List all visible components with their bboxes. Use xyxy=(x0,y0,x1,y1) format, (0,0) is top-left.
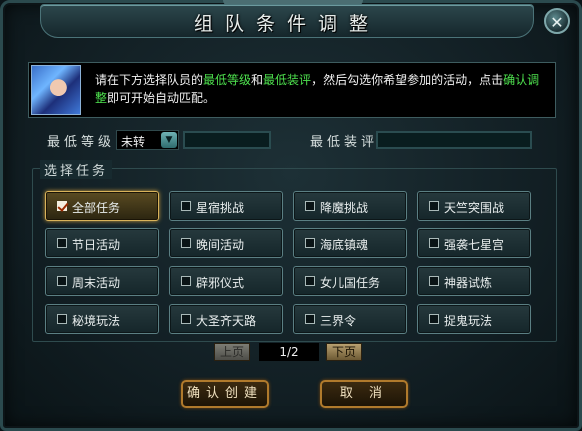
confirm-create-button[interactable]: 确认创建 xyxy=(181,380,269,408)
info-text-2: 和 xyxy=(251,73,264,87)
task-option-label: 辟邪仪式 xyxy=(196,276,245,290)
task-option[interactable]: 海底镇魂 xyxy=(293,228,407,258)
task-option[interactable]: 全部任务 xyxy=(45,191,159,221)
checkbox-icon[interactable] xyxy=(429,201,439,211)
task-option[interactable]: 大圣齐天路 xyxy=(169,304,283,334)
checkbox-icon[interactable] xyxy=(305,238,315,248)
checkbox-icon[interactable] xyxy=(429,314,439,324)
info-highlight-score: 最低装评 xyxy=(263,73,312,87)
min-level-select[interactable]: 未转 ▼ xyxy=(116,130,179,150)
title-bar: 组队条件调整 xyxy=(40,4,534,38)
npc-avatar xyxy=(31,65,81,115)
checkbox-icon[interactable] xyxy=(181,201,191,211)
checkbox-icon[interactable] xyxy=(181,238,191,248)
task-option[interactable]: 天竺突围战 xyxy=(417,191,531,221)
task-option-label: 神器试炼 xyxy=(444,276,493,290)
task-option[interactable]: 辟邪仪式 xyxy=(169,266,283,296)
task-option[interactable]: 周末活动 xyxy=(45,266,159,296)
info-highlight-level: 最低等级 xyxy=(203,73,252,87)
task-option[interactable]: 降魔挑战 xyxy=(293,191,407,221)
min-level-label: 最低等级 xyxy=(47,135,116,150)
min-level-input[interactable] xyxy=(183,131,271,149)
task-option-label: 海底镇魂 xyxy=(320,238,369,252)
info-panel: 请在下方选择队员的最低等级和最低装评，然后勾选你希望参加的活动，点击确认调整即可… xyxy=(28,62,556,118)
checkbox-icon[interactable] xyxy=(57,314,67,324)
task-option[interactable]: 女儿国任务 xyxy=(293,266,407,296)
task-option-label: 大圣齐天路 xyxy=(196,314,257,328)
checkbox-checked-icon[interactable] xyxy=(57,201,67,211)
task-option-label: 节日活动 xyxy=(72,238,121,252)
task-group-title: 选择任务 xyxy=(40,160,113,179)
min-score-label: 最低装评 xyxy=(310,135,379,150)
dialog-title: 组队条件调整 xyxy=(193,13,380,35)
task-option-label: 女儿国任务 xyxy=(320,276,381,290)
task-option[interactable]: 三界令 xyxy=(293,304,407,334)
task-option-label: 全部任务 xyxy=(72,201,121,215)
checkbox-icon[interactable] xyxy=(57,238,67,248)
task-option-label: 秘境玩法 xyxy=(72,314,121,328)
dropdown-arrow-icon[interactable]: ▼ xyxy=(161,132,177,148)
checkbox-icon[interactable] xyxy=(429,276,439,286)
task-option-label: 周末活动 xyxy=(72,276,121,290)
prev-page-button[interactable]: 上页 xyxy=(214,343,250,361)
task-option-label: 星宿挑战 xyxy=(196,201,245,215)
checkbox-icon[interactable] xyxy=(181,314,191,324)
task-option-label: 晚间活动 xyxy=(196,238,245,252)
task-option[interactable]: 强袭七星宫 xyxy=(417,228,531,258)
task-option-label: 天竺突围战 xyxy=(444,201,505,215)
task-option-label: 捉鬼玩法 xyxy=(444,314,493,328)
task-option[interactable]: 神器试炼 xyxy=(417,266,531,296)
close-button[interactable]: ✕ xyxy=(544,8,570,34)
task-option[interactable]: 捉鬼玩法 xyxy=(417,304,531,334)
checkbox-icon[interactable] xyxy=(305,201,315,211)
min-score-input[interactable] xyxy=(376,131,532,149)
page-indicator: 1/2 xyxy=(259,343,319,361)
task-option[interactable]: 星宿挑战 xyxy=(169,191,283,221)
checkbox-icon[interactable] xyxy=(305,314,315,324)
task-option[interactable]: 节日活动 xyxy=(45,228,159,258)
task-option[interactable]: 晚间活动 xyxy=(169,228,283,258)
task-option-label: 强袭七星宫 xyxy=(444,238,505,252)
checkbox-icon[interactable] xyxy=(429,238,439,248)
next-page-button[interactable]: 下页 xyxy=(326,343,362,361)
info-text-1: 请在下方选择队员的 xyxy=(95,73,204,87)
info-text: 请在下方选择队员的最低等级和最低装评，然后勾选你希望参加的活动，点击确认调整即可… xyxy=(95,71,547,107)
task-option[interactable]: 秘境玩法 xyxy=(45,304,159,334)
task-option-label: 三界令 xyxy=(320,314,357,328)
cancel-button[interactable]: 取 消 xyxy=(320,380,408,408)
info-text-3: ，然后勾选你希望参加的活动，点击 xyxy=(311,73,504,87)
info-text-4: 即可开始自动匹配。 xyxy=(107,91,216,105)
task-option-label: 降魔挑战 xyxy=(320,201,369,215)
checkbox-icon[interactable] xyxy=(181,276,191,286)
min-level-value: 未转 xyxy=(121,135,146,149)
checkbox-icon[interactable] xyxy=(305,276,315,286)
checkbox-icon[interactable] xyxy=(57,276,67,286)
